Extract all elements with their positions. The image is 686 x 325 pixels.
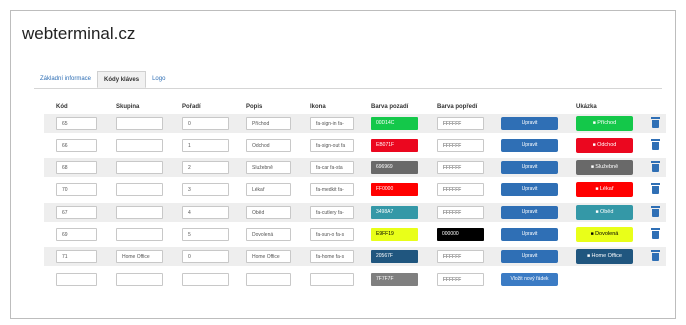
header-barva-pozadi: Barva pozadí	[371, 104, 409, 110]
ikona-input[interactable]: fa-medkit fa-	[310, 183, 354, 196]
header-ikona: Ikona	[310, 104, 326, 110]
poradi-input[interactable]: 3	[182, 183, 229, 196]
preview-label: Služebně	[595, 164, 619, 170]
popis-input[interactable]: Dovolená	[246, 228, 291, 241]
ikona-input[interactable]	[310, 273, 354, 286]
kod-input[interactable]: 66	[56, 139, 97, 152]
popis-input[interactable]	[246, 273, 291, 286]
ikona-input[interactable]: fa-car fa-sta	[310, 161, 354, 174]
tab-kody-klaves[interactable]: Kódy kláves	[97, 71, 147, 88]
preview-button: ■ Dovolená	[576, 227, 633, 242]
popis-input[interactable]: Oběd	[246, 206, 291, 219]
preview-label: Oběd	[599, 209, 614, 215]
header-popis: Popis	[246, 104, 263, 110]
trash-icon[interactable]	[651, 117, 660, 128]
poradi-input[interactable]: 0	[182, 250, 229, 263]
foreground-color-input[interactable]: FFFFFF	[437, 161, 484, 174]
trash-icon[interactable]	[651, 228, 660, 239]
preview-button: ■ Lékař	[576, 182, 633, 197]
poradi-input[interactable]: 0	[182, 117, 229, 130]
popis-input[interactable]: Služebně	[246, 161, 291, 174]
skupina-input[interactable]	[116, 273, 163, 286]
kod-input[interactable]: 67	[56, 206, 97, 219]
background-color-input[interactable]: EB071F	[371, 139, 418, 152]
skupina-input[interactable]	[116, 228, 163, 241]
foreground-color-input[interactable]: FFFFFF	[437, 206, 484, 219]
kod-input[interactable]: 71	[56, 250, 97, 263]
foreground-color-input[interactable]: 000000	[437, 228, 484, 241]
skupina-input[interactable]: Home Office	[116, 250, 163, 263]
foreground-color-input[interactable]: FFFFFF	[437, 183, 484, 196]
edit-button[interactable]: Upravit	[501, 139, 558, 152]
poradi-input[interactable]: 2	[182, 161, 229, 174]
background-color-input[interactable]: 696969	[371, 161, 418, 174]
popis-input[interactable]: Odchod	[246, 139, 291, 152]
edit-button[interactable]: Upravit	[501, 161, 558, 174]
skupina-input[interactable]	[116, 206, 163, 219]
header-poradi: Pořadí	[182, 104, 201, 110]
preview-button: ■ Služebně	[576, 160, 633, 175]
edit-button[interactable]: Upravit	[501, 228, 558, 241]
preview-label: Home Office	[591, 253, 622, 259]
foreground-color-input[interactable]: FFFFFF	[437, 250, 484, 263]
page-title: webterminal.cz	[22, 24, 136, 43]
ikona-input[interactable]: fa-sun-o fa-s	[310, 228, 354, 241]
skupina-input[interactable]	[116, 139, 163, 152]
ikona-input[interactable]: fa-home fa-s	[310, 250, 354, 263]
preview-label: Dovolená	[595, 231, 619, 237]
preview-button: ■ Příchod	[576, 116, 633, 131]
popis-input[interactable]: Lékař	[246, 183, 291, 196]
trash-icon[interactable]	[651, 161, 660, 172]
add-row-button[interactable]: Vložit nový řádek	[501, 273, 558, 286]
preview-label: Odchod	[597, 142, 617, 148]
kod-input[interactable]	[56, 273, 97, 286]
kod-input[interactable]: 68	[56, 161, 97, 174]
poradi-input[interactable]	[182, 273, 229, 286]
trash-icon[interactable]	[651, 206, 660, 217]
tab-zakladni-informace[interactable]: Základní informace	[34, 71, 97, 88]
edit-button[interactable]: Upravit	[501, 250, 558, 263]
preview-button: ■ Oběd	[576, 205, 633, 220]
tab-bar: Základní informace Kódy kláves Logo	[34, 71, 171, 88]
header-skupina: Skupina	[116, 104, 140, 110]
kod-input[interactable]: 69	[56, 228, 97, 241]
trash-icon[interactable]	[651, 139, 660, 150]
skupina-input[interactable]	[116, 183, 163, 196]
preview-button: ■ Odchod	[576, 138, 633, 153]
tab-logo[interactable]: Logo	[146, 71, 171, 88]
background-color-input[interactable]: 7F7F7F	[371, 273, 418, 286]
trash-icon[interactable]	[651, 250, 660, 261]
ikona-input[interactable]: fa-sign-out fa	[310, 139, 354, 152]
kod-input[interactable]: 65	[56, 117, 97, 130]
trash-icon[interactable]	[651, 183, 660, 194]
popis-input[interactable]: Home Office	[246, 250, 291, 263]
header-kod: Kód	[56, 104, 68, 110]
poradi-input[interactable]: 1	[182, 139, 229, 152]
poradi-input[interactable]: 4	[182, 206, 229, 219]
tab-divider	[34, 88, 662, 89]
kod-input[interactable]: 70	[56, 183, 97, 196]
edit-button[interactable]: Upravit	[501, 183, 558, 196]
skupina-input[interactable]	[116, 117, 163, 130]
skupina-input[interactable]	[116, 161, 163, 174]
background-color-input[interactable]: FF0000	[371, 183, 418, 196]
ikona-input[interactable]: fa-cutlery fa-	[310, 206, 354, 219]
background-color-input[interactable]: E9FF19	[371, 228, 418, 241]
header-barva-popredi: Barva popředí	[437, 104, 478, 110]
preview-label: Příchod	[597, 120, 617, 126]
foreground-color-input[interactable]: FFFFFF	[437, 139, 484, 152]
popis-input[interactable]: Příchod	[246, 117, 291, 130]
background-color-input[interactable]: 20567F	[371, 250, 418, 263]
header-ukazka: Ukázka	[576, 104, 597, 110]
preview-label: Lékař	[599, 186, 614, 192]
edit-button[interactable]: Upravit	[501, 117, 558, 130]
background-color-input[interactable]: 3498A7	[371, 206, 418, 219]
ikona-input[interactable]: fa-sign-in fa-	[310, 117, 354, 130]
poradi-input[interactable]: 5	[182, 228, 229, 241]
background-color-input[interactable]: 00D14C	[371, 117, 418, 130]
foreground-color-input[interactable]: FFFFFF	[437, 273, 484, 286]
preview-button: ■ Home Office	[576, 249, 633, 264]
edit-button[interactable]: Upravit	[501, 206, 558, 219]
foreground-color-input[interactable]: FFFFFF	[437, 117, 484, 130]
